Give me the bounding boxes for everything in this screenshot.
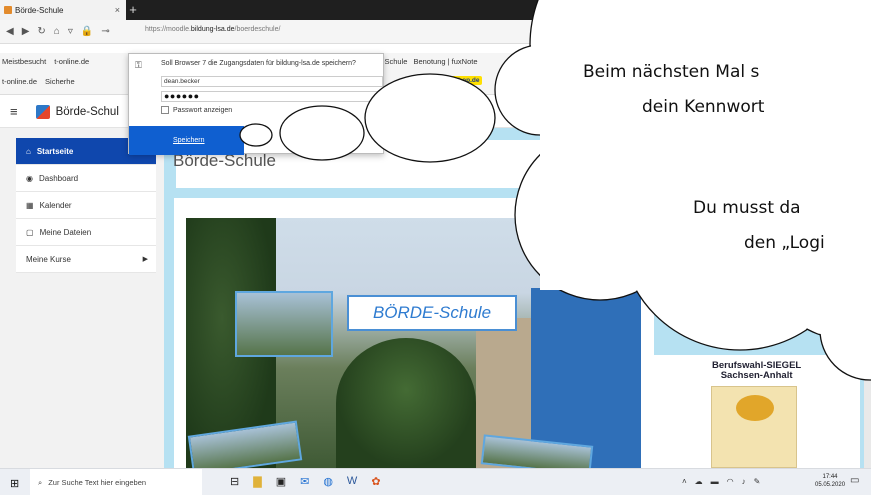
browser-tab-bar: Börde-Schule × + [0,0,871,20]
sidebar-item-label: Meine Dateien [39,227,92,237]
clock-time: 17:44 [822,474,838,480]
home-icon: ⌂ [26,146,31,156]
sidebar-item-label: Dashboard [38,173,79,183]
save-button[interactable]: Speichern [129,126,244,155]
show-password-checkbox[interactable]: Passwort anzeigen [161,106,232,114]
store-icon[interactable]: ▣ [276,475,286,488]
bookmark-otto[interactable]: OTTO [398,77,419,86]
annotation-text: Du musst da [693,198,801,218]
bookmarks-right: -Schule Benotung | fuxNote [382,53,478,69]
sidebar-item-label: Meine Kurse [26,254,71,264]
menu-icon[interactable]: ≡ [10,104,18,119]
url-domain: bildung-lsa.de [190,26,235,33]
siegel-certificate [711,386,797,468]
chevron-up-icon[interactable]: ˄ [682,477,687,486]
sidebar-item-meine-kurse[interactable]: Meine Kurse ▶ [16,246,156,273]
key-icon: ⚿ [135,60,142,70]
volume-icon[interactable]: ♪ [742,477,746,486]
windows-start-icon[interactable]: ⊞ [10,477,19,490]
clock-date: 05.05.2020 [815,482,846,488]
photo-tree [336,338,476,468]
sidebar: ⌂ Startseite ◉ Dashboard ▦ Kalender ▢ Me… [0,128,164,468]
screen: Börde-Schule × + ◀ ▶ ↻ ⌂ ▿ 🔒 ⊸ https://m… [0,0,871,495]
word-icon[interactable]: W [347,475,357,488]
url-path: /boerdeschule/ [234,26,281,33]
cloud-icon[interactable]: ☁ [695,477,703,486]
search-placeholder: Zur Suche Text hier eingeben [48,478,147,487]
sidebar-item-label: Startseite [36,146,74,156]
task-view-icon[interactable]: ⊟ [230,475,239,488]
bookmark-item[interactable]: Meistbesucht [2,57,46,66]
username-field[interactable]: dean.becker [161,76,383,87]
file-icon: ▢ [26,227,34,237]
forward-icon[interactable]: ▶ [22,26,30,37]
taskbar: ⊞ ⌕ Zur Suche Text hier eingeben ⊟ ▇ ▣ ✉… [0,468,871,495]
sidebar-item-label: Kalender [39,200,72,210]
home-nav-icon[interactable]: ⌂ [54,26,60,37]
bookmark-item[interactable]: Benotung | fuxNote [413,57,477,66]
search-icon: ⌕ [38,477,43,487]
password-save-popup: ⚿ Soll Browser 7 die Zugangsdaten für bi… [128,53,384,155]
sidebar-item-kalender[interactable]: ▦ Kalender [16,192,156,219]
annotation-text: dein Kennwort [642,97,765,117]
password-field[interactable]: ●●●●●● [161,91,383,102]
bookmark-item[interactable]: Sicherhe [45,77,75,86]
lock-icon: 🔒 [80,26,94,37]
taskbar-clock[interactable]: 17:44 05.05.2020 [815,473,845,489]
browser-nav-bar: ◀ ▶ ↻ ⌂ ▿ 🔒 ⊸ [0,20,871,44]
app-icon[interactable]: ✿ [371,475,380,488]
url-prefix: https://moodle. [145,26,191,33]
url-bar[interactable]: https://moodle.bildung-lsa.de/boerdeschu… [145,26,280,33]
tab-title: Börde-Schule [15,5,64,15]
mail-icon[interactable]: ✉ [300,475,309,488]
new-tab-button[interactable]: + [125,3,141,17]
annotation-text: den „Logi [744,233,825,253]
calendar-icon: ▦ [26,200,34,210]
sidebar-item-dashboard[interactable]: ◉ Dashboard [16,165,156,192]
seal-icon [736,395,774,421]
siegel-line: Sachsen-Anhalt [720,370,793,381]
back-icon[interactable]: ◀ [6,26,14,37]
reload-icon[interactable]: ↻ [37,26,45,37]
chevron-right-icon: ▶ [142,255,148,263]
browser-tab[interactable]: Börde-Schule × [0,0,126,20]
taskbar-search[interactable]: ⌕ Zur Suche Text hier eingeben [30,469,202,495]
checkbox-icon[interactable] [161,106,169,114]
notification-icon[interactable]: ▭ [850,475,859,486]
shield-icon: ▿ [67,26,73,37]
school-sign: BÖRDE-Schule [347,295,517,331]
key-icon[interactable]: ⊸ [101,26,109,37]
bookmark-item[interactable]: -Schule [382,57,407,66]
browser-icon[interactable]: ◍ [323,475,333,488]
pen-icon[interactable]: ✎ [754,477,761,486]
site-name[interactable]: Börde-Schul [56,106,119,118]
site-favicon-icon [4,6,12,14]
siegel-title: Berufswahl-SIEGEL Sachsen-Anhalt [712,361,801,381]
battery-icon[interactable]: ▬ [711,477,719,486]
close-tab-icon[interactable]: × [115,5,120,15]
taskbar-apps: ⊟ ▇ ▣ ✉ ◍ W ✿ [230,475,381,488]
photo-inset [235,291,333,357]
sidebar-nav: ⌂ Startseite ◉ Dashboard ▦ Kalender ▢ Me… [16,138,156,273]
bookmark-item[interactable]: t-online.de [54,57,89,66]
annotation-text: Beim nächsten Mal s [583,62,760,82]
bookmark-lidl[interactable]: lidl-shop.de [440,76,483,85]
file-explorer-icon[interactable]: ▇ [253,475,261,488]
sidebar-item-meine-dateien[interactable]: ▢ Meine Dateien [16,219,156,246]
system-tray: ˄ ☁ ▬ ◠ ♪ ✎ [682,477,760,486]
site-logo-icon [35,104,50,119]
show-password-label: Passwort anzeigen [173,106,233,114]
popup-title: Soll Browser 7 die Zugangsdaten für bild… [161,60,356,67]
dashboard-icon: ◉ [26,173,33,183]
wifi-icon[interactable]: ◠ [727,477,734,486]
bookmark-item[interactable]: t-online.de [2,77,37,86]
scrollbar[interactable] [864,350,871,468]
